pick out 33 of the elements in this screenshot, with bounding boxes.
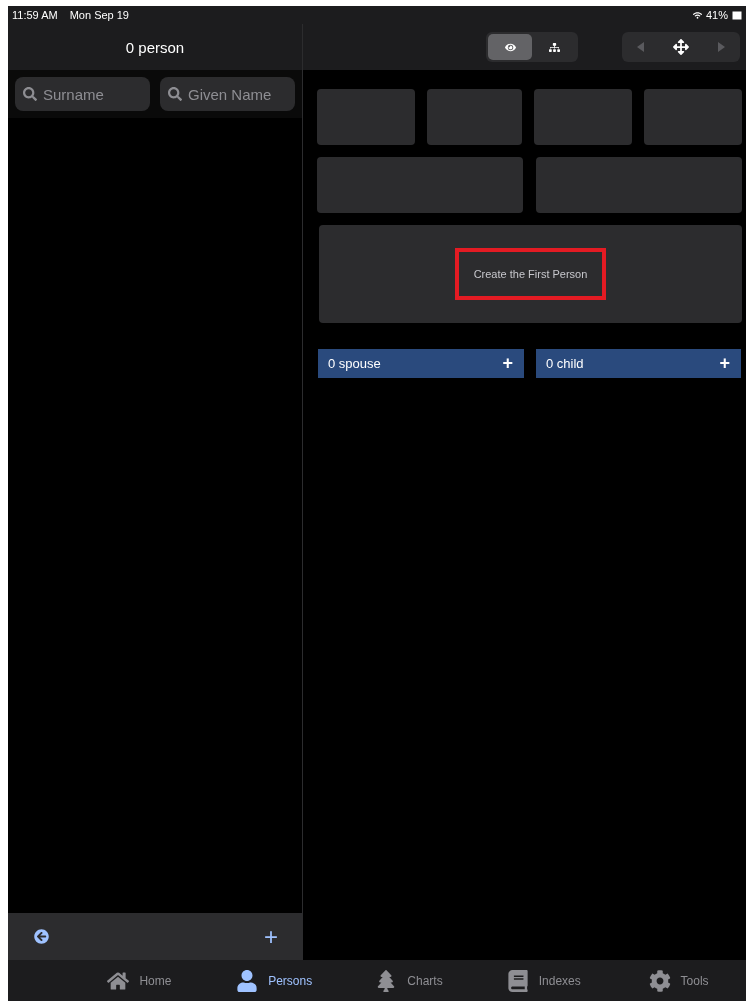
tab-bar-item[interactable]: Charts [341,968,477,993]
add-button[interactable]: + [719,353,730,374]
search-icon [23,87,37,101]
gear-icon [648,969,671,992]
home-icon [107,969,130,992]
wifi-icon [692,10,702,20]
right-triangle-icon [718,42,726,52]
battery-icon [732,10,742,20]
hierarchy-icon [548,41,560,53]
left-triangle-icon [636,42,644,52]
search-icon [168,87,182,101]
search-field[interactable]: Surname [15,77,150,111]
book-icon [506,969,529,992]
move-button[interactable] [673,39,689,55]
relation-label: 0 spouse [328,356,381,371]
tab-bar-item[interactable]: Tools [611,968,746,993]
person-icon [236,969,259,992]
move-arrows-icon [673,39,689,55]
search-field[interactable]: Given Name [160,77,295,111]
status-date: Mon Sep 19 [69,9,129,21]
add-button[interactable]: + [264,922,278,951]
back-arrow-icon[interactable] [34,929,49,944]
tab-bar-item[interactable]: Home [72,968,207,993]
person-count-title: 0 person [125,38,185,56]
tab-bar-item[interactable]: Persons [206,968,342,993]
status-time: 11:59 AM [12,9,58,21]
relation-label: 0 child [546,356,584,371]
tab-bar-item[interactable]: Indexes [476,968,612,993]
create-person-button[interactable]: Create the First Person [454,248,607,300]
view-mode-button[interactable] [488,34,532,60]
add-button[interactable]: + [502,353,513,374]
eye-icon [504,41,516,53]
battery-level: 41% [705,9,728,21]
